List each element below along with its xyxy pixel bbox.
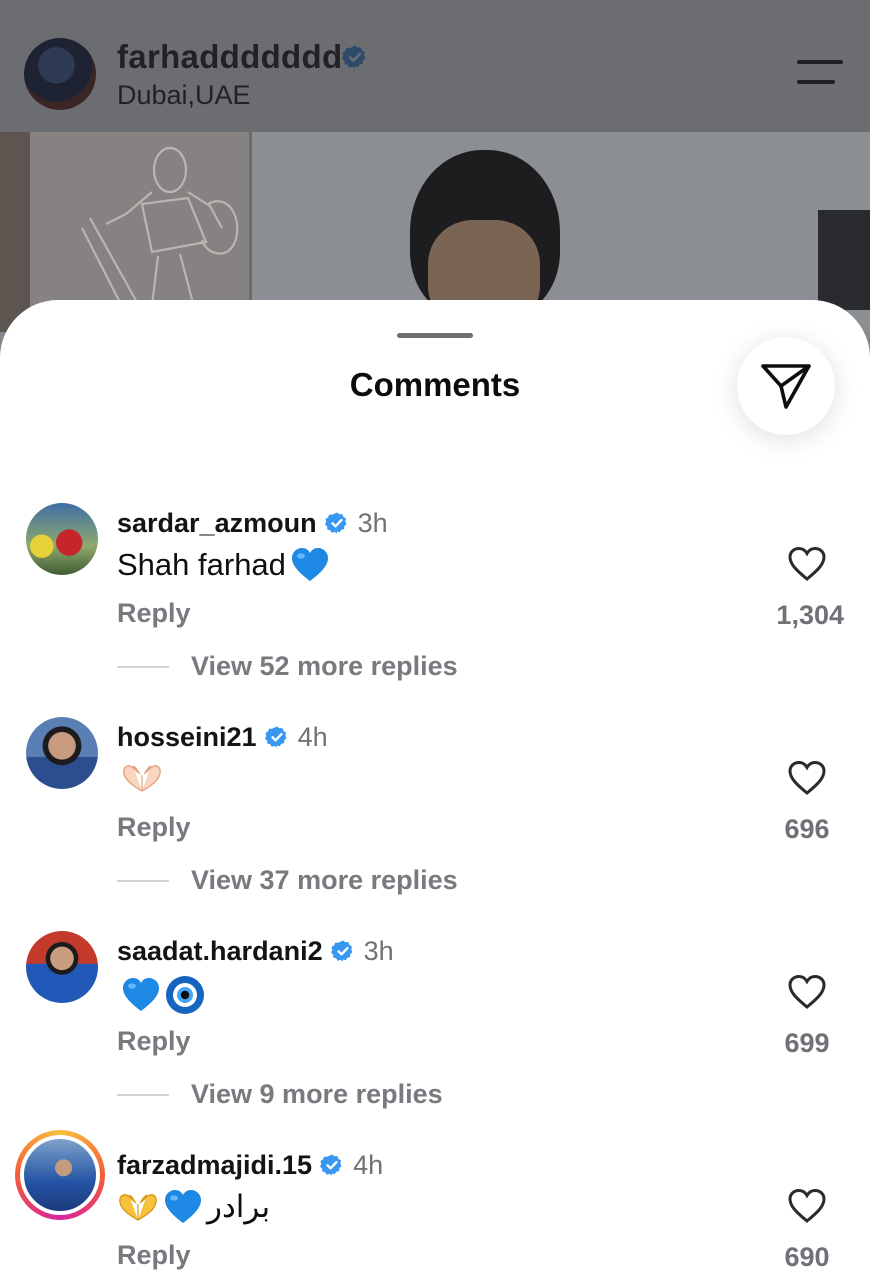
like-count: 690 bbox=[784, 1242, 830, 1272]
view-replies-label: View 52 more replies bbox=[191, 651, 458, 681]
comment-header: farzadmajidi.15 4h bbox=[117, 1147, 383, 1183]
replies-divider bbox=[117, 665, 169, 668]
verified-badge-icon bbox=[320, 1154, 342, 1176]
post-image-monitor bbox=[818, 210, 870, 310]
post-image-door bbox=[0, 132, 30, 332]
comment-text bbox=[117, 761, 163, 795]
like-count: 696 bbox=[784, 814, 830, 844]
post-author-username[interactable]: farhaddddddd bbox=[117, 38, 342, 76]
sheet-drag-handle[interactable] bbox=[397, 333, 473, 338]
nazar-amulet-emoji-icon bbox=[166, 976, 204, 1014]
post-location[interactable]: Dubai,UAE bbox=[117, 80, 251, 111]
like-heart-icon[interactable] bbox=[787, 546, 827, 582]
view-replies-button[interactable]: View 52 more replies bbox=[117, 651, 458, 682]
comment-timestamp: 4h bbox=[297, 721, 328, 752]
commenter-avatar[interactable] bbox=[26, 503, 98, 575]
comment-text: Shah farhad bbox=[117, 547, 330, 583]
verified-badge-icon bbox=[342, 45, 366, 69]
commenter-avatar[interactable] bbox=[26, 931, 98, 1003]
commenter-avatar-story-ring[interactable] bbox=[15, 1130, 105, 1220]
comment-item: farzadmajidi.15 4h برادر Reply 690 bbox=[0, 1130, 870, 1280]
comment-username[interactable]: hosseini21 bbox=[117, 722, 257, 753]
comment-timestamp: 4h bbox=[353, 1149, 384, 1180]
comment-timestamp: 3h bbox=[363, 935, 394, 966]
view-replies-button[interactable]: View 37 more replies bbox=[117, 865, 458, 896]
comment-username[interactable]: sardar_azmoun bbox=[117, 508, 317, 539]
comment-header: hosseini21 4h bbox=[117, 719, 328, 755]
menu-icon[interactable] bbox=[797, 58, 843, 86]
blue-heart-emoji-icon bbox=[291, 548, 328, 581]
comment-text bbox=[117, 975, 205, 1015]
reply-button[interactable]: Reply bbox=[117, 598, 191, 629]
comment-text: برادر bbox=[117, 1189, 270, 1225]
comment-header: sardar_azmoun 3h bbox=[117, 505, 388, 541]
like-count: 699 bbox=[784, 1028, 830, 1058]
heart-hands-emoji-icon bbox=[123, 765, 161, 792]
like-heart-icon[interactable] bbox=[787, 1188, 827, 1224]
reply-button[interactable]: Reply bbox=[117, 812, 191, 843]
view-replies-button[interactable]: View 9 more replies bbox=[117, 1079, 443, 1110]
commenter-avatar bbox=[20, 1135, 100, 1215]
commenter-avatar[interactable] bbox=[26, 717, 98, 789]
like-heart-icon[interactable] bbox=[787, 760, 827, 796]
blue-heart-emoji-icon bbox=[123, 978, 159, 1011]
blue-heart-emoji-icon bbox=[165, 1190, 201, 1223]
comment-timestamp: 3h bbox=[357, 507, 388, 538]
comment-body: برادر bbox=[207, 1189, 271, 1224]
like-heart-icon[interactable] bbox=[787, 974, 827, 1010]
reply-button[interactable]: Reply bbox=[117, 1026, 191, 1057]
replies-divider bbox=[117, 879, 169, 882]
replies-divider bbox=[117, 1093, 169, 1096]
comment-body: Shah farhad bbox=[117, 547, 286, 582]
comment-username[interactable]: saadat.hardani2 bbox=[117, 936, 323, 967]
send-icon bbox=[761, 364, 811, 409]
verified-badge-icon bbox=[264, 726, 287, 748]
view-replies-label: View 37 more replies bbox=[191, 865, 458, 895]
comment-item: saadat.hardani2 3h Reply View 9 more rep… bbox=[0, 931, 870, 1145]
comment-item: sardar_azmoun 3h Shah farhad Reply View … bbox=[0, 503, 870, 717]
comment-item: hosseini21 4h Reply View 37 more replies… bbox=[0, 717, 870, 931]
comment-header: saadat.hardani2 3h bbox=[117, 933, 394, 969]
post-author-avatar[interactable] bbox=[24, 38, 96, 110]
post-header: farhaddddddd Dubai,UAE bbox=[0, 0, 870, 132]
reply-button[interactable]: Reply bbox=[117, 1240, 191, 1271]
like-count: 1,304 bbox=[776, 600, 844, 630]
view-replies-label: View 9 more replies bbox=[191, 1079, 443, 1109]
verified-badge-icon bbox=[330, 940, 353, 962]
verified-badge-icon bbox=[324, 512, 347, 534]
comment-username[interactable]: farzadmajidi.15 bbox=[117, 1150, 312, 1181]
share-button[interactable] bbox=[737, 337, 835, 435]
heart-hands-emoji-icon bbox=[119, 1194, 157, 1221]
